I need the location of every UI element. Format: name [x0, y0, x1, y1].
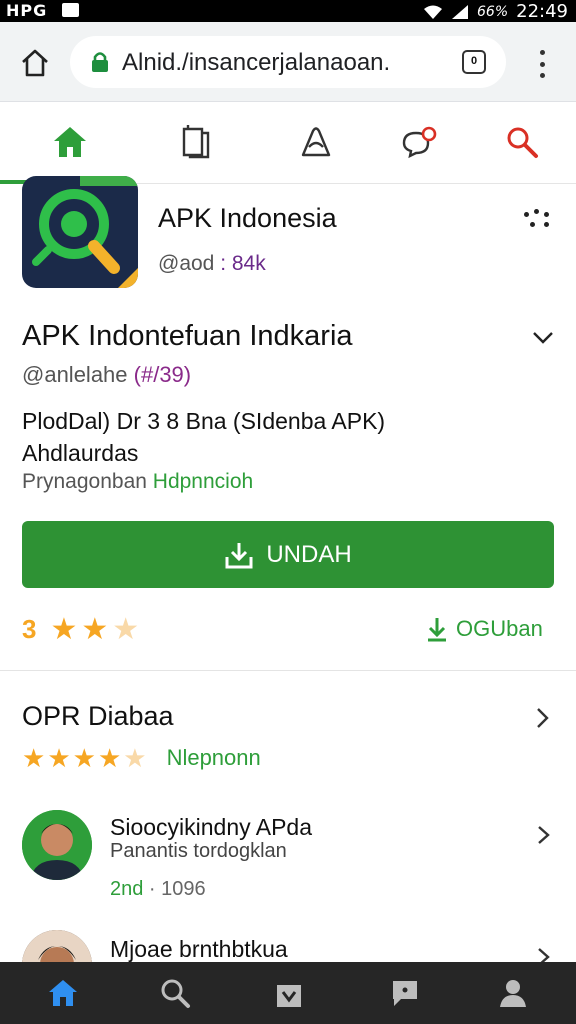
signal-icon — [452, 4, 468, 19]
url-text: Alnid./insancerjalanaoan. — [122, 49, 391, 76]
app-icon-ribbon — [80, 176, 138, 186]
carrier-label: HPG — [6, 1, 48, 20]
download-link-label: OGUban — [456, 616, 543, 641]
category-link[interactable]: Hdpnncioh — [153, 470, 253, 493]
reviewer-name: Sioocyikindny APda — [110, 814, 313, 840]
category-line: Prynagonban Hdpnncioh — [22, 470, 253, 494]
reviewer-name: Mjoae brnthbtkua — [110, 936, 288, 962]
wifi-icon — [424, 5, 442, 19]
star-empty-icon: ★ — [123, 743, 147, 773]
review-date: 2nd — [110, 878, 144, 900]
nav-search-icon[interactable] — [502, 122, 542, 162]
app-name: APK Indonesia — [158, 203, 337, 233]
handle-count: : 84k — [214, 252, 266, 275]
app-handle: @aod : 84k — [158, 252, 266, 276]
app-title: APK Indontefuan Indkaria — [22, 320, 353, 352]
chevron-right-icon[interactable] — [534, 706, 552, 730]
star-icon: ★ — [81, 612, 109, 646]
bottom-home-icon[interactable] — [46, 976, 80, 1010]
bottom-bag-icon[interactable] — [272, 976, 306, 1010]
star-icon: ★ — [72, 743, 96, 773]
battery-level: 66% — [477, 3, 509, 20]
browser-menu-icon[interactable] — [532, 50, 552, 78]
lock-icon — [92, 52, 108, 72]
developer-tag: (#/39) — [133, 362, 192, 387]
nav-home-icon[interactable] — [50, 122, 90, 162]
magnifier-logo-icon — [32, 189, 138, 288]
developer-name: @anlelahe — [22, 362, 134, 387]
review-meta: 2nd · 1096 — [110, 878, 206, 901]
category-prefix: Prynagonban — [22, 470, 153, 493]
install-label: UNDAH — [266, 540, 352, 568]
rating-value: 3 — [22, 614, 37, 644]
section-divider — [0, 670, 576, 671]
nav-apps-icon[interactable] — [296, 122, 336, 162]
address-bar[interactable]: Alnid./insancerjalanaoan. 0 — [70, 36, 506, 88]
app-icon[interactable] — [22, 176, 138, 288]
install-button[interactable]: UNDAH — [22, 521, 554, 588]
tab-switcher-button[interactable]: 0 — [462, 50, 486, 74]
star-icon: ★ — [97, 743, 122, 773]
browser-toolbar: Alnid./insancerjalanaoan. 0 — [0, 22, 576, 102]
reviews-count[interactable]: Nlepnonn — [167, 745, 261, 771]
download-link[interactable]: OGUban — [426, 616, 543, 642]
description-line-2: Ahdlaurdas — [22, 440, 139, 466]
status-indicators: 66% 22:49 — [423, 1, 568, 22]
more-options-icon[interactable] — [522, 206, 552, 232]
handle-text: @aod — [158, 252, 215, 275]
star-icon: ★ — [22, 743, 46, 773]
star-half-icon: ★ — [112, 612, 140, 646]
clock: 22:49 — [516, 1, 568, 22]
chevron-right-icon[interactable] — [536, 824, 552, 846]
nav-notification-icon[interactable] — [400, 122, 440, 162]
description-line-1: PlodDal) Dr 3 8 Bna (SIdenba APK) — [22, 408, 386, 434]
download-arrow-icon — [428, 618, 446, 642]
star-icon: ★ — [50, 612, 78, 646]
notification-icon — [62, 3, 79, 17]
reviews-title: OPR Diabaa — [22, 701, 174, 731]
reviews-rating: ★ ★ ★ ★ ★ Nlepnonn — [22, 745, 261, 771]
bottom-chat-icon[interactable] — [388, 976, 422, 1010]
developer-line: @anlelahe (#/39) — [22, 362, 191, 388]
review-text: Panantis tordogklan — [110, 840, 287, 862]
review-count: · 1096 — [143, 878, 206, 900]
bottom-search-icon[interactable] — [158, 976, 192, 1010]
chevron-down-icon[interactable] — [530, 326, 556, 348]
status-bar: HPG 66% 22:49 — [0, 0, 576, 22]
browser-home-icon[interactable] — [20, 48, 50, 78]
avatar — [22, 810, 92, 880]
review-item[interactable]: Sioocyikindny APda Panantis tordogklan 2… — [0, 810, 576, 930]
nav-book-icon[interactable] — [176, 122, 216, 162]
app-rating: 3 ★ ★ ★ — [22, 614, 139, 645]
bottom-nav — [0, 962, 576, 1024]
app-nav — [0, 102, 576, 184]
download-icon — [225, 542, 253, 568]
bottom-profile-icon[interactable] — [496, 976, 530, 1010]
star-icon: ★ — [47, 743, 71, 773]
